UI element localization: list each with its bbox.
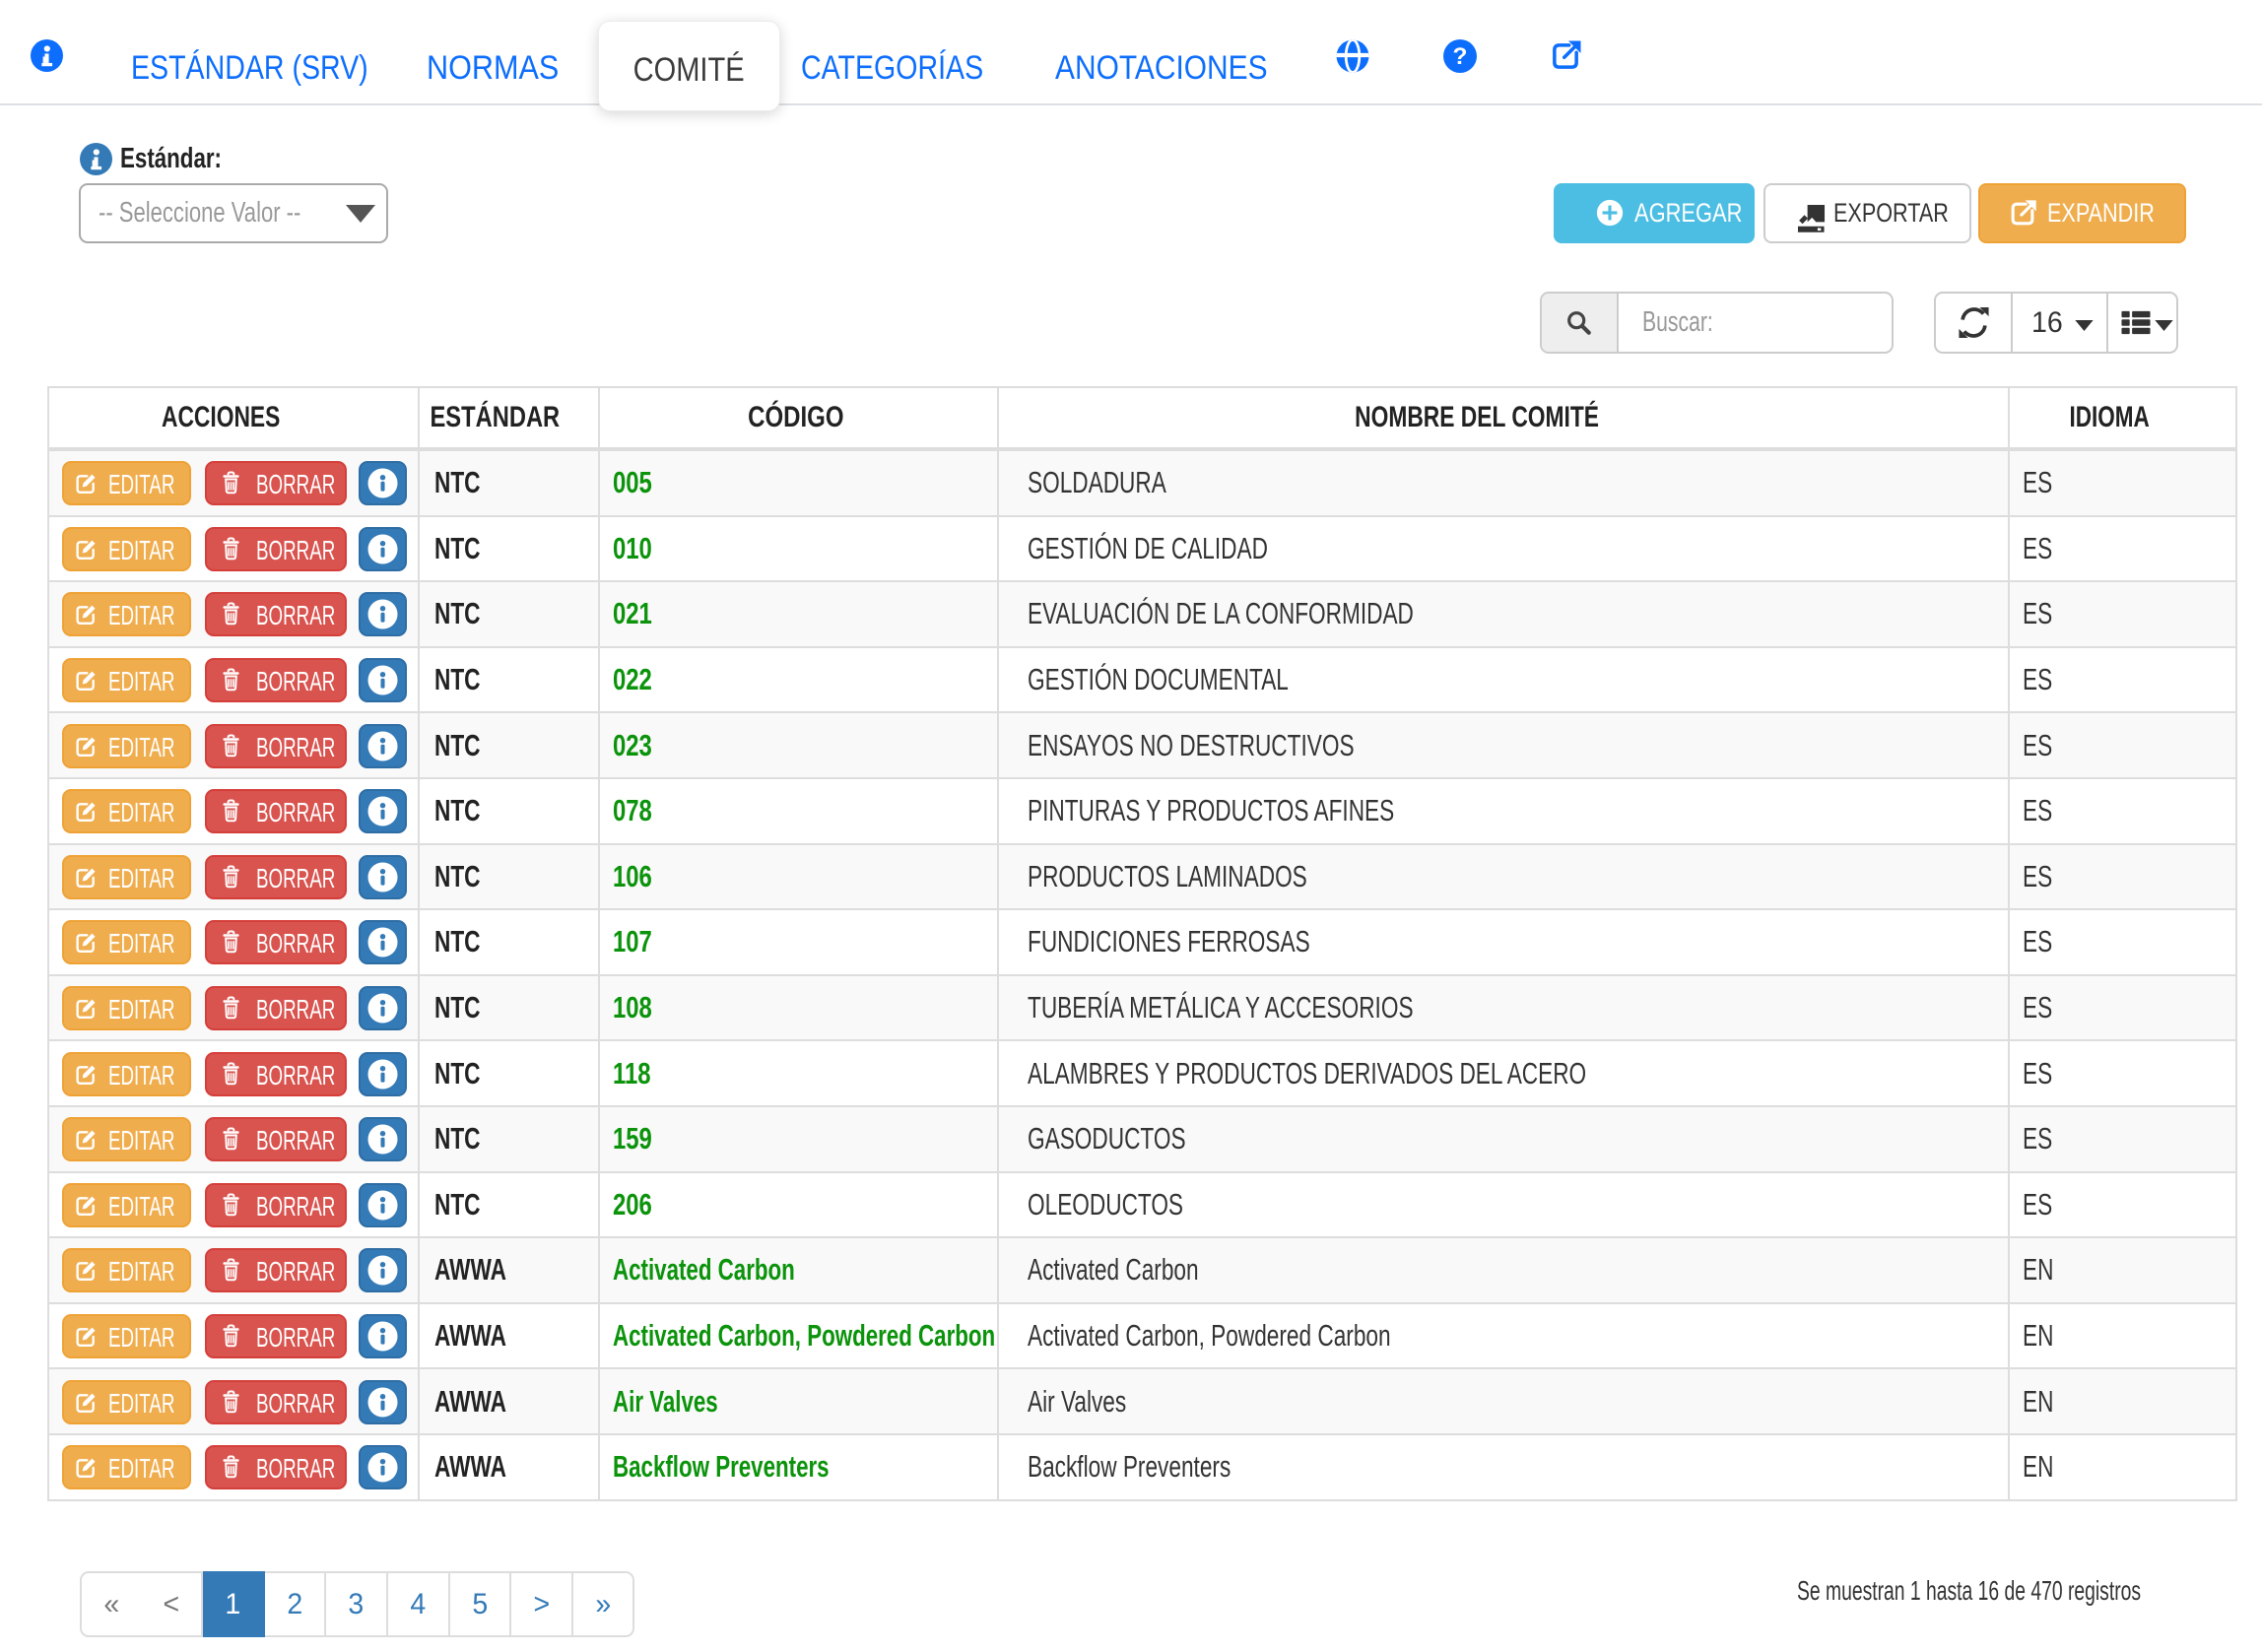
svg-text:?: ? [1453, 43, 1468, 70]
